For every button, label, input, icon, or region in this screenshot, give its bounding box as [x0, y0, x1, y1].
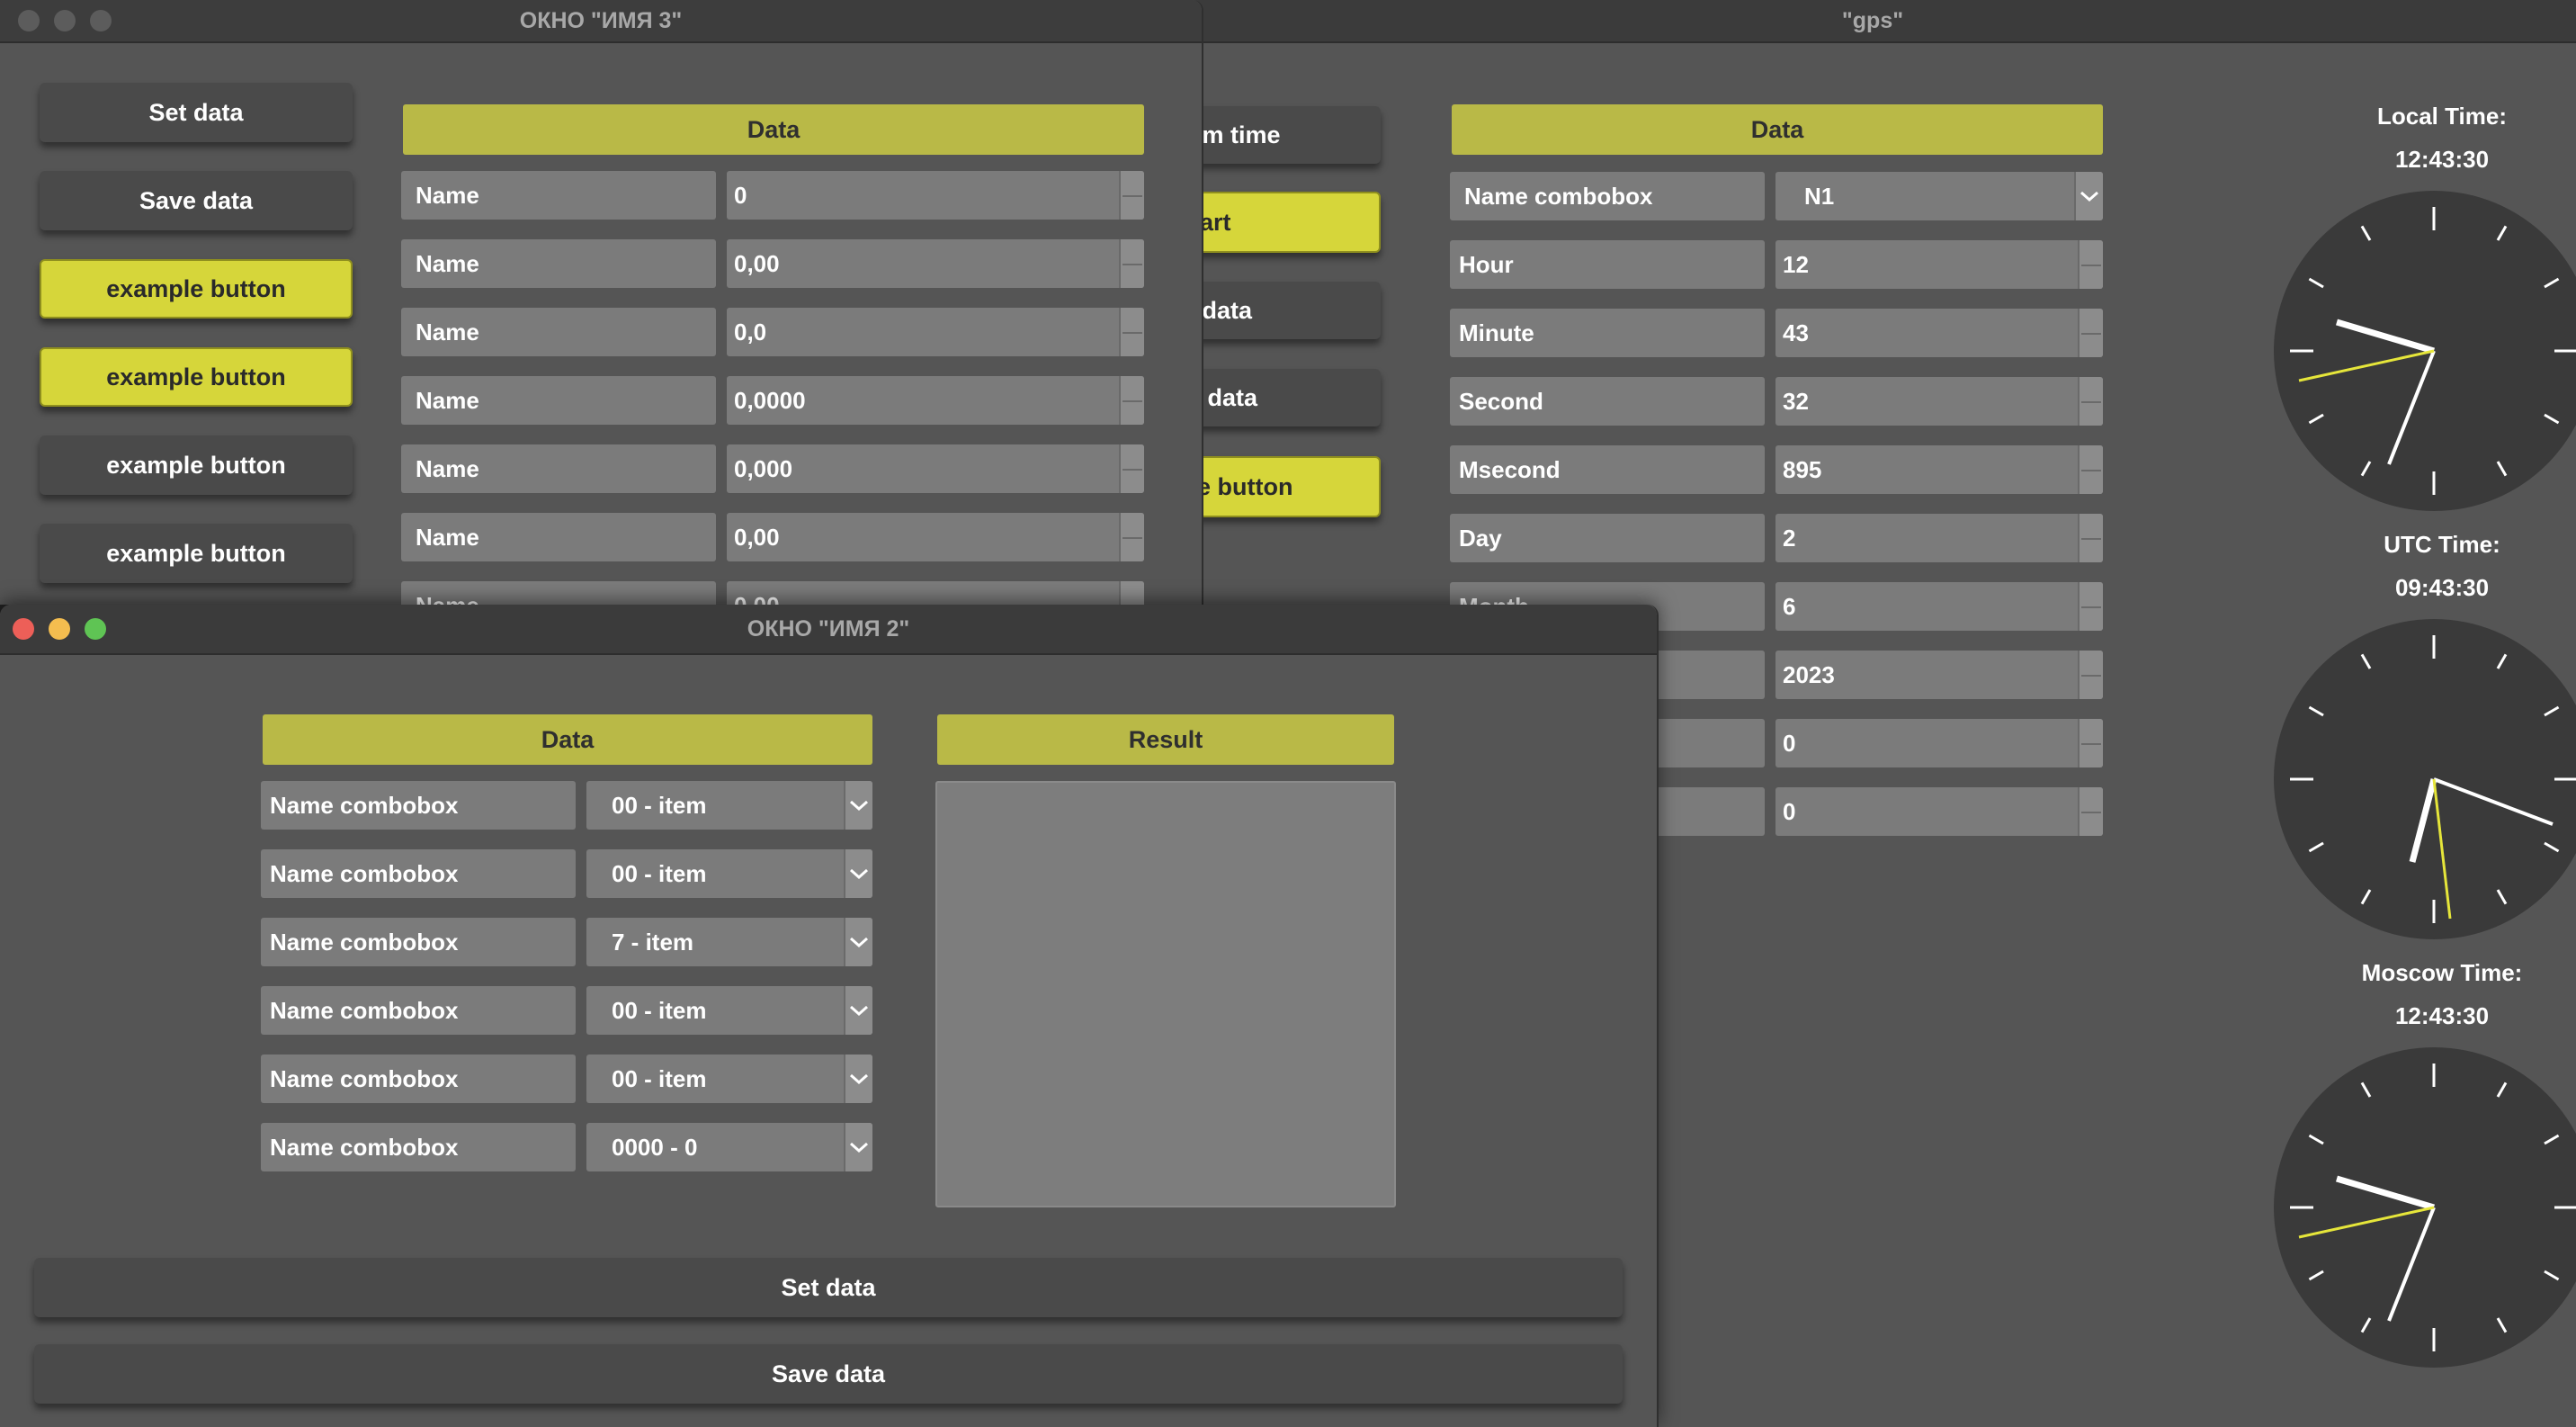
moscow-time-label: Moscow Time: [2361, 959, 2523, 986]
item-combobox[interactable]: 00 - item [586, 986, 872, 1035]
gps-row-label: Day [1450, 514, 1765, 562]
utc-clock [2274, 619, 2576, 939]
spinbox-arrows-icon[interactable] [2078, 377, 2103, 426]
gps-row-label: Msecond [1450, 445, 1765, 494]
chevron-down-icon [2074, 172, 2103, 220]
window-3-titlebar[interactable]: ОКНО "ИМЯ 3" [0, 0, 1202, 43]
chevron-down-icon [844, 1055, 872, 1103]
example-button[interactable]: example button [40, 435, 353, 495]
save-data-button[interactable]: Save data [40, 171, 353, 230]
combobox-label: Name combobox [261, 1055, 576, 1103]
combobox-label: Name combobox [1450, 172, 1765, 220]
gps-value-spinbox[interactable]: 895 [1775, 445, 2103, 494]
gps-row-label: Minute [1450, 309, 1765, 357]
value-spinbox[interactable]: 0,00 [727, 581, 1144, 605]
gps-value-spinbox[interactable]: 2023 [1775, 651, 2103, 699]
gps-value-spinbox[interactable]: 12 [1775, 240, 2103, 289]
chevron-down-icon [844, 986, 872, 1035]
example-button[interactable]: example button [40, 259, 353, 319]
value-spinbox[interactable]: 0 [727, 171, 1144, 220]
example-button[interactable]: example button [40, 524, 353, 583]
set-data-button[interactable]: Set data [40, 83, 353, 142]
gps-value-spinbox[interactable]: 6 [1775, 582, 2103, 631]
spinbox-arrows-icon[interactable] [1119, 171, 1144, 220]
gps-value-spinbox[interactable]: 32 [1775, 377, 2103, 426]
save-data-button[interactable]: Save data [34, 1344, 1623, 1404]
spinbox-arrows-icon[interactable] [1119, 376, 1144, 425]
combobox-label: Name combobox [261, 1123, 576, 1171]
item-combobox[interactable]: 00 - item [586, 1055, 872, 1103]
spinbox-arrows-icon[interactable] [2078, 582, 2103, 631]
moscow-clock [2274, 1047, 2576, 1368]
gps-row-label: Second [1450, 377, 1765, 426]
spinbox-arrows-icon[interactable] [2078, 514, 2103, 562]
value-spinbox[interactable]: 0,00 [727, 239, 1144, 288]
spinbox-arrows-icon[interactable] [1119, 513, 1144, 561]
gps-value-spinbox[interactable]: 0 [1775, 787, 2103, 836]
gps-value-spinbox[interactable]: 43 [1775, 309, 2103, 357]
local-time-value: 12:43:30 [2394, 146, 2490, 173]
moscow-time-value: 12:43:30 [2394, 1002, 2490, 1029]
name-label: Name [401, 513, 716, 561]
gps-combobox[interactable]: N1 [1775, 172, 2103, 220]
gps-titlebar[interactable]: "gps" [1169, 0, 2576, 43]
spinbox-arrows-icon[interactable] [1119, 444, 1144, 493]
combobox-label: Name combobox [261, 849, 576, 898]
combobox-label: Name combobox [261, 986, 576, 1035]
item-combobox[interactable]: 00 - item [586, 849, 872, 898]
gps-value-spinbox[interactable]: 2 [1775, 514, 2103, 562]
gps-value-spinbox[interactable]: 0 [1775, 719, 2103, 767]
item-combobox[interactable]: 0000 - 0 [586, 1123, 872, 1171]
window-title: ОКНО "ИМЯ 3" [519, 8, 683, 33]
data-header: Data [263, 714, 872, 765]
spinbox-arrows-icon[interactable] [2078, 240, 2103, 289]
set-data-button[interactable]: Set data [34, 1258, 1623, 1317]
gps-row-label: Hour [1450, 240, 1765, 289]
spinbox-arrows-icon[interactable] [2078, 445, 2103, 494]
spinbox-arrows-icon[interactable] [1119, 239, 1144, 288]
example-button[interactable]: example button [40, 347, 353, 407]
name-label: Name [401, 581, 716, 605]
spinbox-arrows-icon[interactable] [2078, 719, 2103, 767]
name-label: Name [401, 308, 716, 356]
spinbox-arrows-icon[interactable] [2078, 651, 2103, 699]
value-spinbox[interactable]: 0,0000 [727, 376, 1144, 425]
value-spinbox[interactable]: 0,000 [727, 444, 1144, 493]
spinbox-arrows-icon[interactable] [2078, 309, 2103, 357]
value-spinbox[interactable]: 0,00 [727, 513, 1144, 561]
local-clock [2274, 191, 2576, 511]
combobox-label: Name combobox [261, 781, 576, 830]
spinbox-arrows-icon[interactable] [1119, 308, 1144, 356]
chevron-down-icon [844, 849, 872, 898]
chevron-down-icon [844, 1123, 872, 1171]
name-label: Name [401, 444, 716, 493]
window-2-titlebar[interactable]: ОКНО "ИМЯ 2" [0, 605, 1657, 655]
chevron-down-icon [844, 918, 872, 966]
window-title: "gps" [1841, 8, 1904, 33]
name-label: Name [401, 239, 716, 288]
chevron-down-icon [844, 781, 872, 830]
window-title: ОКНО "ИМЯ 2" [747, 616, 910, 642]
name-label: Name [401, 171, 716, 220]
combobox-label: Name combobox [261, 918, 576, 966]
window-imya-2: ОКНО "ИМЯ 2" Data Result Name combobox 00… [0, 605, 1659, 1427]
result-header: Result [937, 714, 1394, 765]
window-imya-3: ОКНО "ИМЯ 3" Set data Save data example bu… [0, 0, 1203, 605]
local-time-label: Local Time: [2376, 103, 2507, 130]
result-box[interactable] [935, 781, 1396, 1207]
utc-time-label: UTC Time: [2384, 531, 2500, 558]
item-combobox[interactable]: 00 - item [586, 781, 872, 830]
data-header: Data [1452, 104, 2103, 155]
item-combobox[interactable]: 7 - item [586, 918, 872, 966]
value-spinbox[interactable]: 0,0 [727, 308, 1144, 356]
utc-time-value: 09:43:30 [2394, 574, 2490, 601]
name-label: Name [401, 376, 716, 425]
spinbox-arrows-icon[interactable] [1119, 581, 1144, 605]
data-header: Data [403, 104, 1144, 155]
spinbox-arrows-icon[interactable] [2078, 787, 2103, 836]
